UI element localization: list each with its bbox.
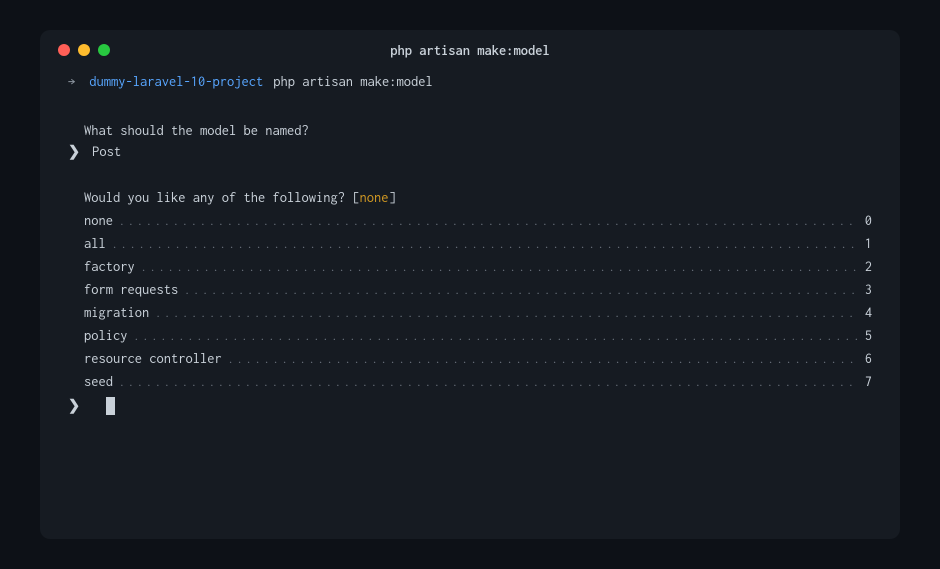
maximize-icon[interactable]: [98, 44, 110, 56]
option-row[interactable]: seed....................................…: [84, 374, 872, 389]
minimize-icon[interactable]: [78, 44, 90, 56]
dot-leader: ........................................…: [141, 262, 859, 274]
option-label: resource controller: [84, 351, 228, 366]
option-number: 2: [859, 259, 872, 274]
input-prompt-line[interactable]: ❯: [68, 397, 872, 415]
dot-leader: ........................................…: [119, 377, 859, 389]
dot-leader: ........................................…: [119, 216, 859, 228]
option-row[interactable]: form requests...........................…: [84, 282, 872, 297]
option-label: policy: [84, 328, 134, 343]
option-number: 5: [859, 328, 872, 343]
option-row[interactable]: all.....................................…: [84, 236, 872, 251]
options-list: none....................................…: [68, 213, 872, 389]
option-number: 0: [859, 213, 872, 228]
option-label: seed: [84, 374, 119, 389]
working-directory: dummy-laravel-10-project: [89, 74, 263, 89]
dot-leader: ........................................…: [155, 308, 859, 320]
default-value: none: [360, 190, 389, 205]
option-label: factory: [84, 259, 141, 274]
dot-leader: ........................................…: [134, 331, 859, 343]
model-name-value: Post: [92, 144, 121, 159]
caret-icon: ❯: [68, 144, 80, 160]
option-row[interactable]: policy..................................…: [84, 328, 872, 343]
model-name-input-line: ❯ Post: [68, 144, 872, 160]
option-number: 7: [859, 374, 872, 389]
traffic-lights: [58, 44, 110, 56]
dot-leader: ........................................…: [112, 239, 859, 251]
dot-leader: ........................................…: [228, 354, 859, 366]
question-model-name: What should the model be named?: [68, 123, 872, 138]
option-label: none: [84, 213, 119, 228]
caret-icon: ❯: [68, 398, 80, 414]
prompt-arrow-icon: →: [68, 74, 75, 89]
cursor-block: [106, 397, 115, 415]
option-label: form requests: [84, 282, 184, 297]
command-text: php artisan make:model: [273, 74, 433, 89]
option-number: 3: [859, 282, 872, 297]
option-label: migration: [84, 305, 155, 320]
window-title: php artisan make:model: [390, 43, 550, 58]
dot-leader: ........................................…: [184, 285, 859, 297]
question-options-text: Would you like any of the following?: [84, 190, 352, 205]
option-number: 4: [859, 305, 872, 320]
option-number: 1: [859, 236, 872, 251]
close-icon[interactable]: [58, 44, 70, 56]
option-number: 6: [859, 351, 872, 366]
option-row[interactable]: none....................................…: [84, 213, 872, 228]
option-label: all: [84, 236, 112, 251]
bracket-open: [: [352, 190, 359, 205]
window-titlebar: php artisan make:model: [40, 30, 900, 68]
question-options: Would you like any of the following? [no…: [68, 190, 872, 205]
option-row[interactable]: migration...............................…: [84, 305, 872, 320]
option-row[interactable]: resource controller.....................…: [84, 351, 872, 366]
option-row[interactable]: factory.................................…: [84, 259, 872, 274]
bracket-close: ]: [389, 190, 396, 205]
terminal-content[interactable]: → dummy-laravel-10-project php artisan m…: [40, 68, 900, 433]
terminal-window: php artisan make:model → dummy-laravel-1…: [40, 30, 900, 539]
shell-prompt: → dummy-laravel-10-project php artisan m…: [68, 74, 872, 89]
